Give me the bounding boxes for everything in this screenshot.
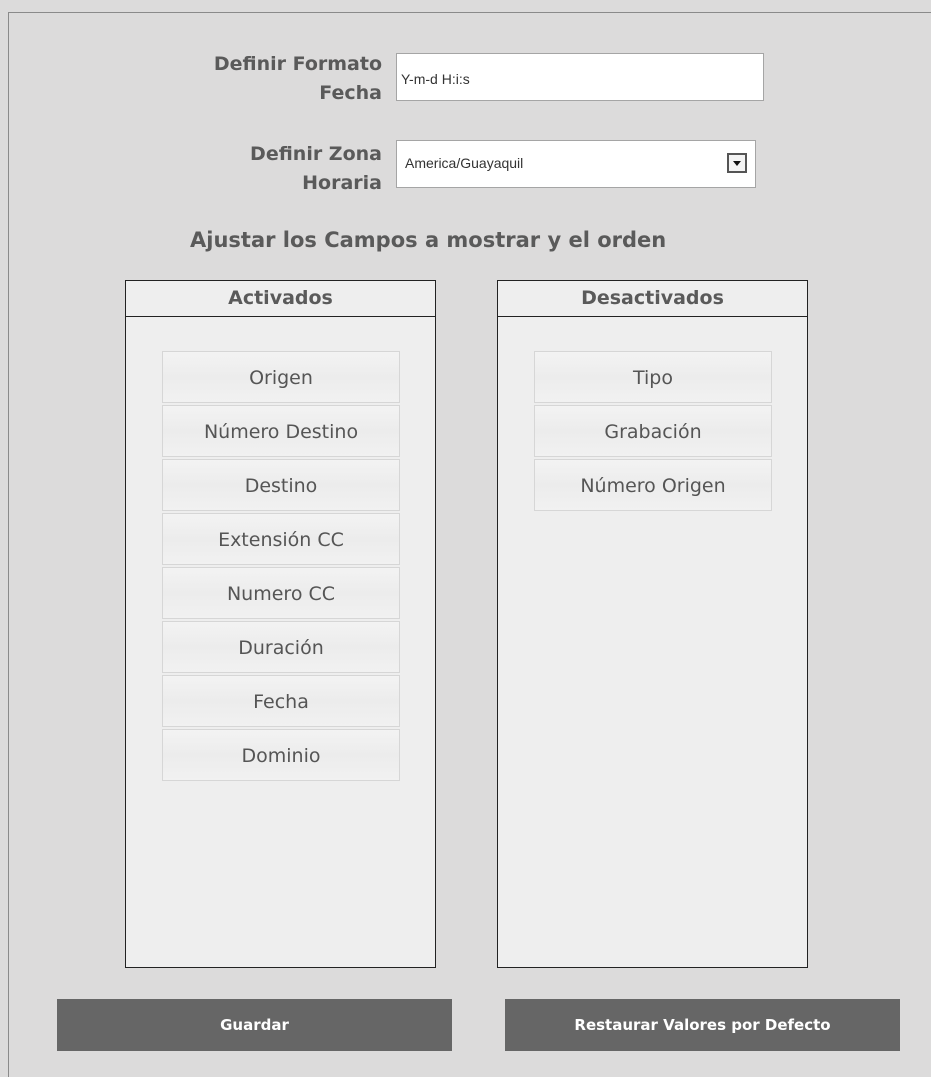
field-item[interactable]: Tipo — [534, 351, 772, 403]
field-item[interactable]: Origen — [162, 351, 400, 403]
activated-fields-list[interactable]: Activados Origen Número Destino Destino Ext… — [125, 280, 436, 968]
date-format-label-line1: Definir Formato — [213, 53, 382, 75]
date-format-label-line2: Fecha — [319, 82, 382, 104]
activated-items: Origen Número Destino Destino Extensión CC N… — [162, 351, 400, 783]
deactivated-header: Desactivados — [498, 281, 807, 317]
deactivated-fields-list[interactable]: Desactivados Tipo Grabación Número Origen — [497, 280, 808, 968]
field-item[interactable]: Fecha — [162, 675, 400, 727]
activated-header: Activados — [126, 281, 435, 317]
field-item[interactable]: Número Origen — [534, 459, 772, 511]
deactivated-items: Tipo Grabación Número Origen — [534, 351, 772, 513]
date-format-label: Definir Formato Fecha — [146, 50, 382, 108]
save-button[interactable]: Guardar — [57, 999, 452, 1051]
fields-section-title: Ajustar los Campos a mostrar y el orden — [190, 228, 667, 252]
date-format-input[interactable] — [396, 53, 764, 101]
field-item[interactable]: Dominio — [162, 729, 400, 781]
field-item[interactable]: Destino — [162, 459, 400, 511]
timezone-label-line1: Definir Zona — [250, 143, 382, 165]
timezone-label: Definir Zona Horaria — [146, 140, 382, 198]
timezone-select-value: America/Guayaquil — [405, 155, 524, 171]
timezone-label-line2: Horaria — [302, 172, 382, 194]
chevron-down-icon[interactable] — [727, 153, 747, 173]
field-item[interactable]: Número Destino — [162, 405, 400, 457]
timezone-select[interactable]: America/Guayaquil — [396, 140, 756, 188]
field-item[interactable]: Grabación — [534, 405, 772, 457]
field-item[interactable]: Numero CC — [162, 567, 400, 619]
field-item[interactable]: Duración — [162, 621, 400, 673]
restore-defaults-button[interactable]: Restaurar Valores por Defecto — [505, 999, 900, 1051]
field-item[interactable]: Extensión CC — [162, 513, 400, 565]
